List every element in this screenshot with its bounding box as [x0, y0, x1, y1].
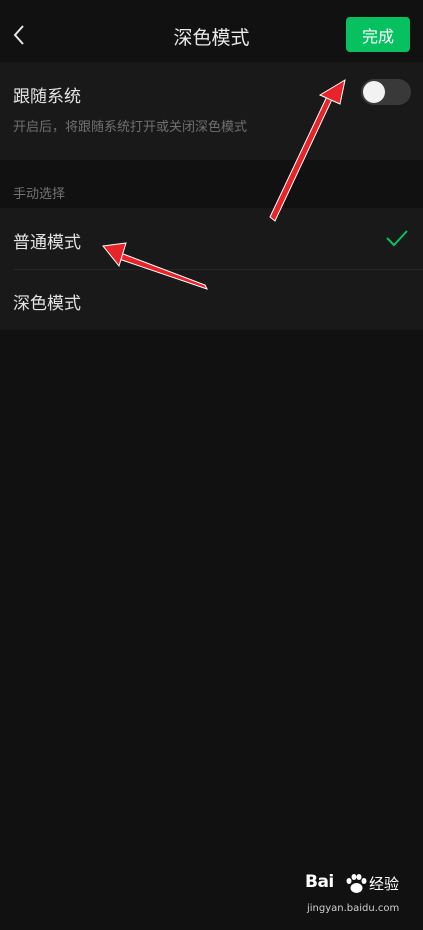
- paw-icon: [346, 874, 367, 893]
- baidu-jingyan-watermark: Bai 经验 jingyan.baidu.com: [305, 872, 415, 922]
- check-icon: [386, 230, 408, 247]
- watermark-url: jingyan.baidu.com: [307, 903, 400, 914]
- follow-system-card: 跟随系统 开启后，将跟随系统打开或关闭深色模式: [0, 62, 423, 160]
- option-normal-mode[interactable]: 普通模式: [0, 208, 423, 270]
- mode-list: 普通模式 深色模式: [0, 208, 423, 330]
- follow-system-toggle[interactable]: [361, 79, 411, 105]
- done-button[interactable]: 完成: [346, 17, 410, 52]
- option-dark-mode[interactable]: 深色模式: [0, 269, 423, 330]
- watermark-logo-text: Bai: [305, 872, 334, 892]
- manual-section-label: 手动选择: [13, 187, 66, 202]
- follow-system-title: 跟随系统: [13, 87, 81, 107]
- nav-bar: 深色模式 完成: [0, 0, 423, 70]
- toggle-knob: [363, 81, 385, 103]
- follow-system-description: 开启后，将跟随系统打开或关闭深色模式: [13, 120, 248, 135]
- back-button[interactable]: [6, 18, 32, 52]
- option-label: 普通模式: [13, 233, 81, 253]
- watermark-brand: 经验: [369, 875, 400, 893]
- chevron-left-icon: [13, 25, 24, 45]
- option-label: 深色模式: [13, 294, 81, 314]
